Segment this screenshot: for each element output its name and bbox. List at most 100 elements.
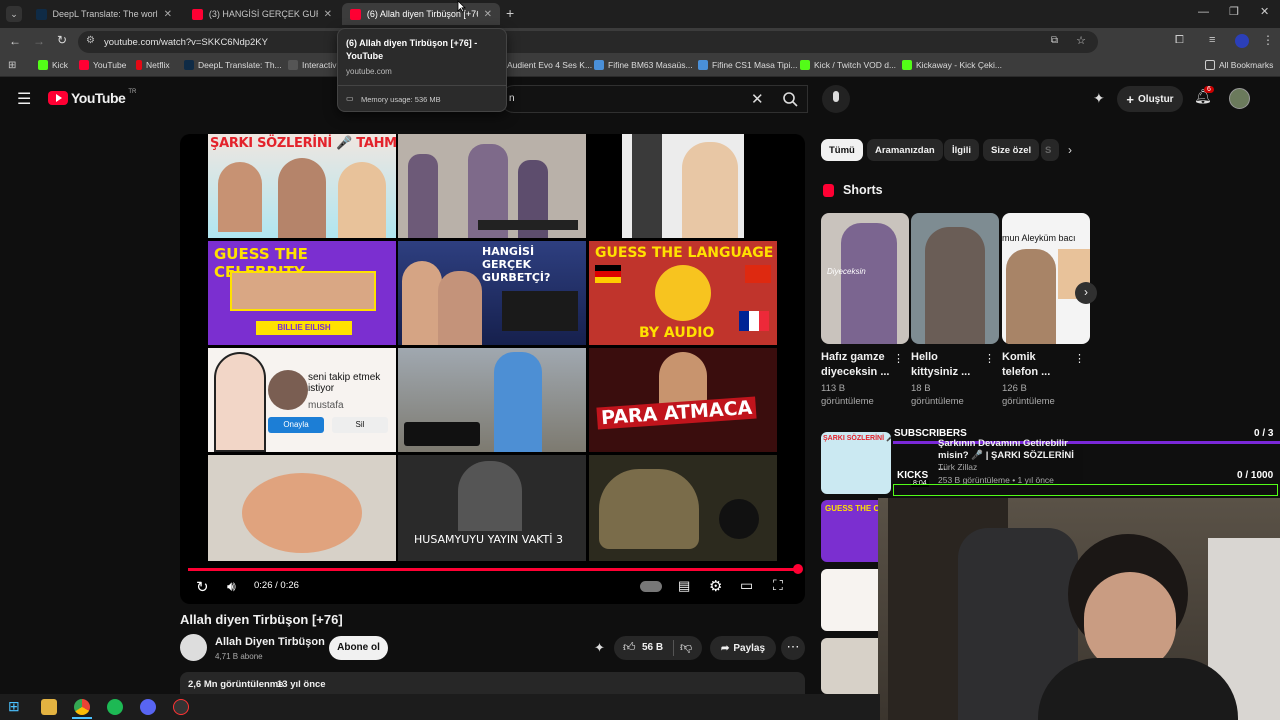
windows-start-icon[interactable]: ⊞ (8, 698, 20, 715)
close-icon[interactable]: ✕ (164, 9, 172, 20)
replay-icon[interactable]: ↻ (196, 578, 209, 596)
short-card[interactable]: mun Aleyküm bacı (1002, 213, 1090, 344)
thumb-hijab-women[interactable] (398, 134, 586, 238)
file-explorer-icon[interactable] (41, 699, 57, 715)
bookmark-audient[interactable]: Audient Evo 4 Ses K... (507, 60, 592, 70)
description-box[interactable]: 2,6 Mn görüntülenme 13 yıl önce (180, 672, 805, 694)
bookmark-netflix[interactable]: Netflix (136, 60, 170, 70)
profile-avatar[interactable] (1235, 34, 1249, 48)
share-button[interactable]: ➦ Paylaş (710, 636, 776, 660)
thumb-husamyuyu[interactable]: HUSAMYUYU YAYIN VAKTİ 3 (398, 455, 586, 561)
short-card[interactable]: Diyeceksin (821, 213, 909, 344)
obs-icon[interactable] (173, 699, 189, 715)
cast-icon[interactable]: ⧉ (1051, 35, 1058, 46)
site-info-icon[interactable]: ⚙ (86, 35, 95, 46)
progress-bar[interactable] (188, 568, 797, 571)
all-bookmarks[interactable]: All Bookmarks (1205, 60, 1273, 70)
url-input[interactable]: ⚙ youtube.com/watch?v=SKKC6Ndp2KY ⧉ ☆ (78, 31, 1098, 53)
new-tab-button[interactable]: + (506, 5, 514, 21)
progress-handle[interactable] (793, 564, 803, 574)
captions-icon[interactable]: ▤ (678, 578, 690, 594)
volume-icon[interactable]: 🔊︎ (227, 578, 236, 595)
like-icon[interactable]: 👍︎ (623, 640, 636, 655)
chip-partial[interactable]: S (1041, 139, 1059, 161)
channel-avatar[interactable] (180, 634, 207, 661)
tab-hangisi[interactable]: (3) HANGİSİ GERÇEK GURBETÇ ✕ (184, 3, 340, 25)
tab-allah-diyen[interactable]: (6) Allah diyen Tirbüşon [+76] ✕ (342, 3, 500, 25)
thumb-hangisi-gurbetci[interactable]: HANGİSİ GERÇEK GURBETÇİ? (398, 241, 586, 345)
more-icon[interactable]: ⋮ (984, 352, 995, 365)
extensions-icon[interactable]: ⧠ (1175, 34, 1184, 47)
create-button[interactable]: + Oluştur (1117, 86, 1183, 112)
short-title[interactable]: Komik telefon ... (1002, 350, 1072, 380)
chrome-icon[interactable] (74, 699, 90, 715)
youtube-logo[interactable]: YouTube TR (48, 89, 136, 106)
menu-icon[interactable]: ⋮ (1262, 33, 1274, 47)
bookmark-interactive[interactable]: Interactiv (288, 60, 337, 70)
bookmark-star-icon[interactable]: ☆ (1076, 34, 1086, 47)
thumb-guess-language[interactable]: GUESS THE LANGUAGE BY AUDIO (589, 241, 777, 345)
thumb-para-atmaca[interactable]: PARA ATMACA (589, 348, 777, 452)
hamburger-menu-icon[interactable]: ☰ (17, 89, 31, 109)
thumb-callcenter[interactable] (622, 134, 744, 238)
tab-search-button[interactable]: ⌄ (6, 6, 22, 22)
short-title[interactable]: Hello kittysiniz ... (911, 350, 981, 380)
premium-icon[interactable]: ✦ (1093, 90, 1105, 107)
bookmark-youtube[interactable]: YouTube (79, 60, 126, 70)
notifications-button[interactable]: 🔔︎ 6 (1194, 86, 1214, 108)
bookmark-deepl[interactable]: DeepL Translate: Th... (184, 60, 282, 70)
clear-search-icon[interactable]: ✕ (751, 90, 764, 108)
chevron-right-icon[interactable]: › (1068, 143, 1072, 157)
fullscreen-icon[interactable]: ⛶ (773, 577, 783, 594)
account-avatar[interactable] (1229, 88, 1250, 109)
thumb-jungle-man[interactable] (589, 455, 777, 561)
close-icon[interactable]: ✕ (324, 9, 332, 20)
bookmark-fifine-cs1[interactable]: Fifine CS1 Masa Tipi... (698, 60, 798, 70)
settings-icon[interactable]: ⚙ (709, 577, 722, 595)
thumb-puppet[interactable] (208, 455, 396, 561)
short-card[interactable] (911, 213, 999, 344)
channel-name[interactable]: Allah Diyen Tirbüşon (215, 636, 325, 648)
search-input[interactable]: n ✕ (500, 85, 808, 113)
bookmark-kick[interactable]: Kick (38, 60, 68, 70)
apps-grid-icon[interactable]: ⊞ (8, 60, 16, 71)
more-actions-button[interactable]: ⋯ (781, 636, 805, 660)
chip-all[interactable]: Tümü (821, 139, 863, 161)
theater-mode-icon[interactable]: ▭ (740, 577, 753, 594)
subscriber-count: 4,71 B abone (215, 652, 263, 661)
more-icon[interactable]: ⋮ (1074, 352, 1085, 365)
related-thumb[interactable]: ŞARKI SÖZLERİNİ 🎤 TAHMİN ET! (821, 432, 891, 494)
video-player[interactable]: ŞARKI SÖZLERİNİ 🎤 TAHMİN ET! GUESS THE C… (180, 134, 805, 604)
close-icon[interactable]: ✕ (484, 9, 492, 20)
thumb-street-man[interactable] (398, 348, 586, 452)
search-button[interactable] (772, 85, 810, 113)
voice-search-button[interactable] (822, 85, 850, 113)
discord-icon[interactable] (140, 699, 156, 715)
short-title[interactable]: Hafız gamze diyeceksin ... (821, 350, 891, 380)
restore-button[interactable]: ❐ (1229, 5, 1239, 18)
dislike-icon[interactable]: 👎︎ (680, 640, 692, 655)
thumb-guess-celebrity[interactable]: GUESS THE CELEBRITY BILLIE EILISH (208, 241, 396, 345)
more-icon[interactable]: ⋮ (893, 352, 904, 365)
bookmark-kickaway[interactable]: Kickaway - Kick Çeki... (902, 60, 1002, 70)
chip-from-search[interactable]: Aramanızdan (867, 139, 943, 161)
spotify-icon[interactable] (107, 699, 123, 715)
reload-icon[interactable]: ↻ (57, 33, 67, 47)
person-image (458, 461, 522, 531)
chip-related[interactable]: İlgili (944, 139, 979, 161)
premium-icon[interactable]: ✦ (594, 640, 605, 656)
tab-search-icon[interactable]: ≡ (1209, 34, 1215, 46)
bookmark-fifine-bm63[interactable]: Fifine BM63 Masaüs... (594, 60, 693, 70)
chip-for-you[interactable]: Size özel (983, 139, 1040, 161)
minimize-button[interactable]: — (1198, 6, 1209, 18)
autoplay-toggle[interactable] (640, 581, 662, 592)
thumb-sarki-sozleri[interactable]: ŞARKI SÖZLERİNİ 🎤 TAHMİN ET! (208, 134, 396, 238)
close-window-button[interactable]: ✕ (1260, 5, 1269, 18)
shorts-next-button[interactable]: › (1075, 282, 1097, 304)
subscribe-button[interactable]: Abone ol (329, 636, 388, 660)
forward-icon[interactable]: → (33, 34, 45, 48)
thumb-follow-request[interactable]: seni takip etmek istiyor mustafa Onayla … (208, 348, 396, 452)
back-icon[interactable]: ← (9, 34, 21, 48)
tab-deepl[interactable]: DeepL Translate: The world's m ✕ (28, 3, 180, 25)
bookmark-kick-twitch-vod[interactable]: Kick / Twitch VOD d... (800, 60, 896, 70)
